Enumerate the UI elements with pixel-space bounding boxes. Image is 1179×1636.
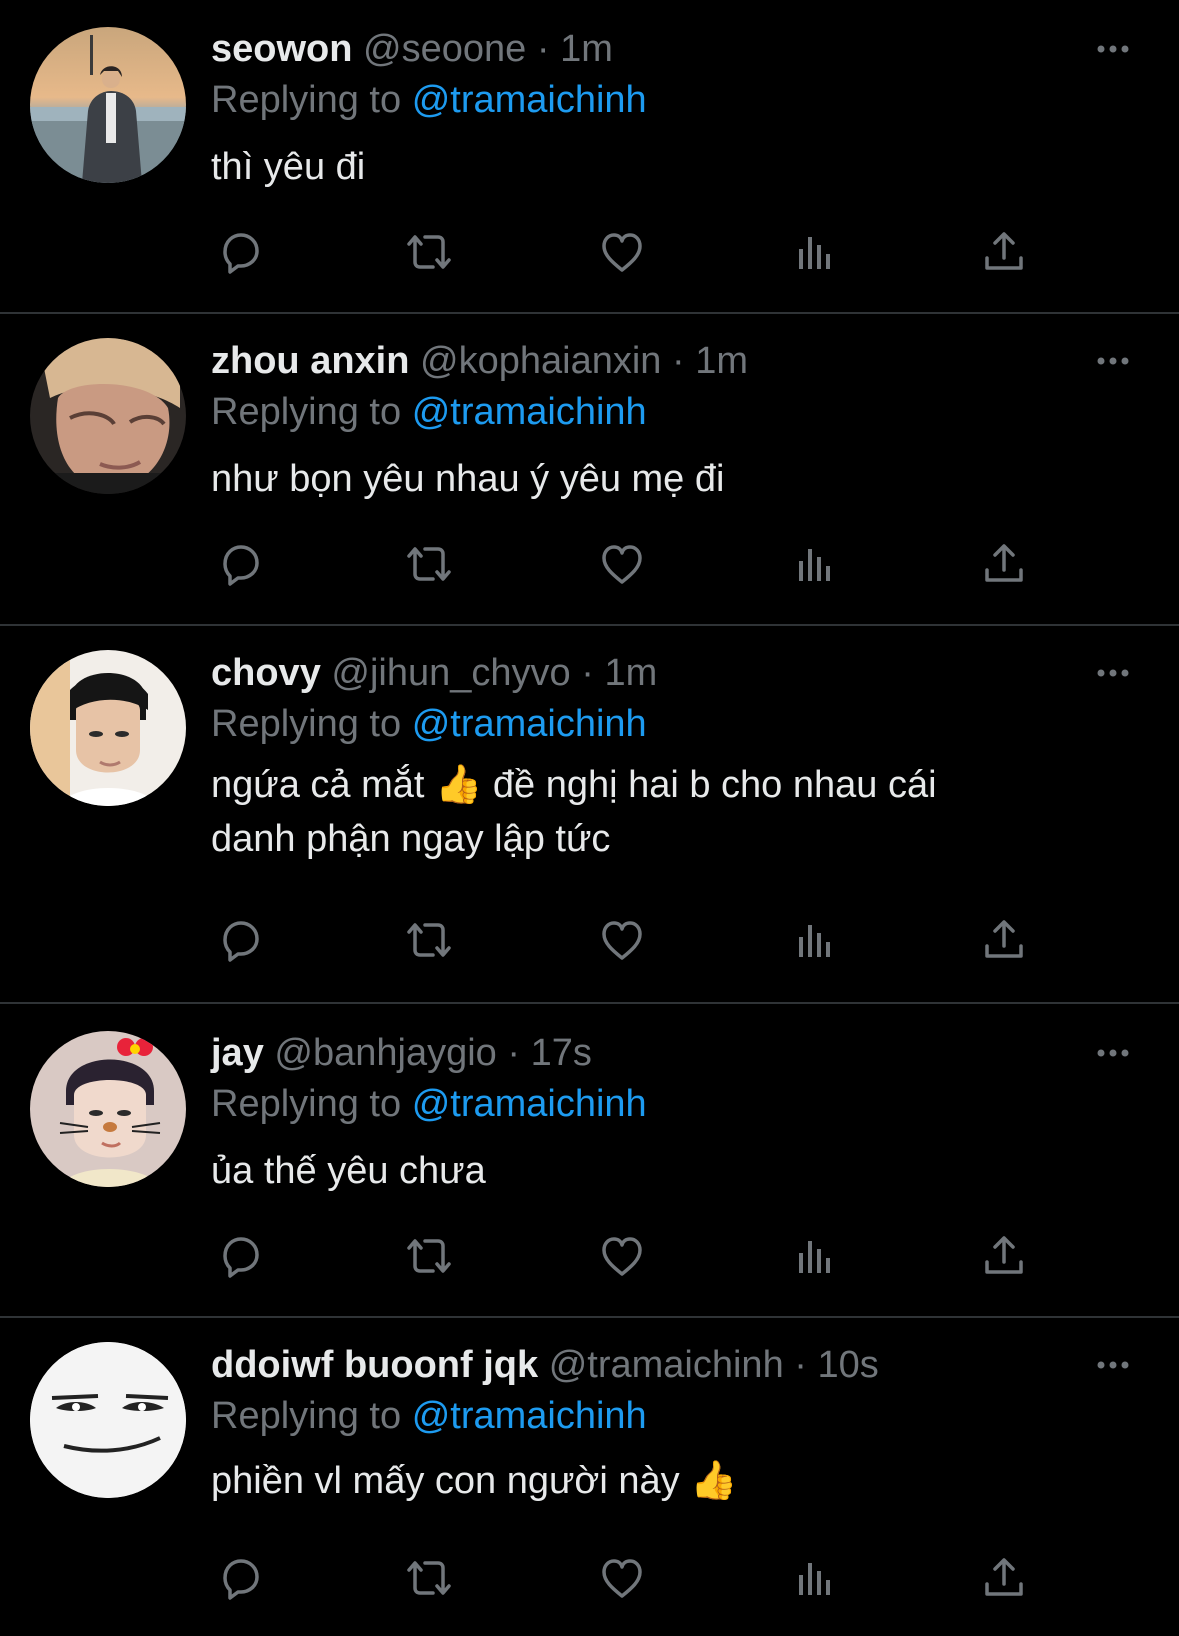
avatar[interactable] bbox=[30, 1342, 186, 1498]
share-upload-icon[interactable] bbox=[976, 224, 1032, 280]
reply-bubble-icon[interactable] bbox=[211, 1550, 267, 1606]
views-bar-chart-icon[interactable] bbox=[786, 224, 842, 280]
timestamp[interactable]: 17s bbox=[531, 1032, 592, 1074]
action-bar bbox=[211, 1550, 1051, 1606]
share-upload-icon[interactable] bbox=[976, 1228, 1032, 1284]
divider bbox=[0, 1002, 1179, 1004]
user-handle[interactable]: @banhjaygio bbox=[274, 1032, 496, 1074]
reply-text: ủa thế yêu chưa bbox=[211, 1150, 486, 1192]
reply-header: zhou anxin @kophaianxin · 1m bbox=[211, 334, 748, 388]
replying-to-line: Replying to @tramaichinh bbox=[211, 1078, 647, 1130]
replying-to-line: Replying to @tramaichinh bbox=[211, 698, 647, 750]
timestamp[interactable]: 1m bbox=[604, 652, 657, 694]
share-upload-icon[interactable] bbox=[976, 912, 1032, 968]
replying-to-line: Replying to @tramaichinh bbox=[211, 386, 647, 438]
reply-bubble-icon[interactable] bbox=[211, 1228, 267, 1284]
replying-to-label: Replying to bbox=[211, 1083, 402, 1125]
separator-dot: · bbox=[581, 652, 594, 694]
action-bar bbox=[211, 912, 1051, 968]
separator-dot: · bbox=[536, 28, 550, 70]
divider bbox=[0, 624, 1179, 626]
avatar[interactable] bbox=[30, 1031, 186, 1187]
user-handle[interactable]: @jihun_chyvo bbox=[331, 652, 570, 694]
views-bar-chart-icon[interactable] bbox=[786, 1550, 842, 1606]
replying-to-label: Replying to bbox=[211, 391, 402, 433]
reply-bubble-icon[interactable] bbox=[211, 912, 267, 968]
reply-text-line: ngứa cả mắt 👍 đề nghị hai b cho nhau cái bbox=[211, 764, 937, 806]
replying-to-label: Replying to bbox=[211, 1395, 402, 1437]
reply-tweet[interactable]: ddoiwf buoonf jqk @tramaichinh · 10s Rep… bbox=[0, 1338, 1179, 1636]
views-bar-chart-icon[interactable] bbox=[786, 912, 842, 968]
more-horizontal-icon[interactable] bbox=[1093, 346, 1133, 376]
reply-tweet[interactable]: seowon @seoone · 1m Replying to @tramaic… bbox=[0, 22, 1179, 314]
avatar[interactable] bbox=[30, 27, 186, 183]
reply-text: ngứa cả mắt 👍 đề nghị hai b cho nhau cái… bbox=[211, 758, 1091, 866]
retweet-icon[interactable] bbox=[401, 224, 457, 280]
heart-icon[interactable] bbox=[594, 1228, 650, 1284]
replying-to-label: Replying to bbox=[211, 79, 402, 121]
reply-text-line: danh phận ngay lập tức bbox=[211, 818, 611, 860]
heart-icon[interactable] bbox=[594, 224, 650, 280]
mention-link[interactable]: @tramaichinh bbox=[412, 79, 647, 121]
replying-to-line: Replying to @tramaichinh bbox=[211, 74, 647, 126]
reply-header: chovy @jihun_chyvo · 1m bbox=[211, 646, 657, 700]
more-horizontal-icon[interactable] bbox=[1093, 34, 1133, 64]
display-name[interactable]: zhou anxin bbox=[211, 340, 409, 382]
heart-icon[interactable] bbox=[594, 1550, 650, 1606]
heart-icon[interactable] bbox=[594, 536, 650, 592]
more-horizontal-icon[interactable] bbox=[1093, 1038, 1133, 1068]
divider bbox=[0, 1316, 1179, 1318]
divider bbox=[0, 312, 1179, 314]
reply-text: thì yêu đi bbox=[211, 146, 366, 188]
mention-link[interactable]: @tramaichinh bbox=[412, 1083, 647, 1125]
avatar[interactable] bbox=[30, 650, 186, 806]
action-bar bbox=[211, 536, 1051, 592]
reply-tweet[interactable]: chovy @jihun_chyvo · 1m Replying to @tra… bbox=[0, 646, 1179, 1004]
separator-dot: · bbox=[507, 1032, 521, 1074]
reply-tweet[interactable]: jay @banhjaygio · 17s Replying to @trama… bbox=[0, 1026, 1179, 1318]
retweet-icon[interactable] bbox=[401, 1550, 457, 1606]
retweet-icon[interactable] bbox=[401, 536, 457, 592]
reply-text: phiền vl mấy con người này 👍 bbox=[211, 1460, 738, 1502]
separator-dot: · bbox=[794, 1344, 807, 1386]
reply-tweet[interactable]: zhou anxin @kophaianxin · 1m Replying to… bbox=[0, 334, 1179, 626]
views-bar-chart-icon[interactable] bbox=[786, 536, 842, 592]
retweet-icon[interactable] bbox=[401, 1228, 457, 1284]
reply-header: jay @banhjaygio · 17s bbox=[211, 1026, 592, 1080]
share-upload-icon[interactable] bbox=[976, 1550, 1032, 1606]
display-name[interactable]: jay bbox=[211, 1032, 264, 1074]
separator-dot: · bbox=[671, 340, 685, 382]
action-bar bbox=[211, 224, 1051, 280]
display-name[interactable]: chovy bbox=[211, 652, 321, 694]
retweet-icon[interactable] bbox=[401, 912, 457, 968]
replying-to-line: Replying to @tramaichinh bbox=[211, 1390, 647, 1442]
reply-header: seowon @seoone · 1m bbox=[211, 22, 613, 76]
timestamp[interactable]: 10s bbox=[817, 1344, 878, 1386]
reply-bubble-icon[interactable] bbox=[211, 536, 267, 592]
user-handle[interactable]: @seoone bbox=[363, 28, 526, 70]
user-handle[interactable]: @kophaianxin bbox=[420, 340, 661, 382]
user-handle[interactable]: @tramaichinh bbox=[549, 1344, 784, 1386]
reply-header: ddoiwf buoonf jqk @tramaichinh · 10s bbox=[211, 1338, 879, 1392]
replying-to-label: Replying to bbox=[211, 703, 402, 745]
display-name[interactable]: ddoiwf buoonf jqk bbox=[211, 1344, 538, 1386]
display-name[interactable]: seowon bbox=[211, 28, 352, 70]
share-upload-icon[interactable] bbox=[976, 536, 1032, 592]
more-horizontal-icon[interactable] bbox=[1093, 1350, 1133, 1380]
more-horizontal-icon[interactable] bbox=[1093, 658, 1133, 688]
views-bar-chart-icon[interactable] bbox=[786, 1228, 842, 1284]
mention-link[interactable]: @tramaichinh bbox=[412, 391, 647, 433]
mention-link[interactable]: @tramaichinh bbox=[412, 1395, 647, 1437]
timestamp[interactable]: 1m bbox=[695, 340, 748, 382]
action-bar bbox=[211, 1228, 1051, 1284]
reply-bubble-icon[interactable] bbox=[211, 224, 267, 280]
heart-icon[interactable] bbox=[594, 912, 650, 968]
timestamp[interactable]: 1m bbox=[560, 28, 613, 70]
avatar[interactable] bbox=[30, 338, 186, 494]
reply-text: như bọn yêu nhau ý yêu mẹ đi bbox=[211, 458, 725, 500]
mention-link[interactable]: @tramaichinh bbox=[412, 703, 647, 745]
